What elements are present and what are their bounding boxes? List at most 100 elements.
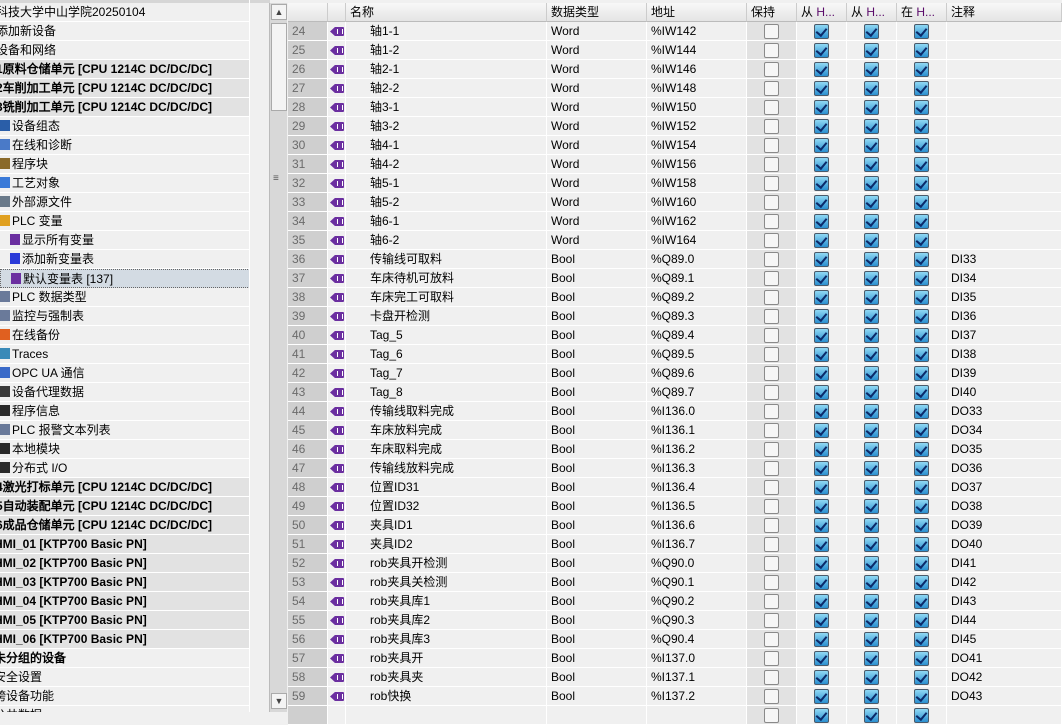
header-type[interactable]: 数据类型: [547, 3, 647, 22]
tag-name[interactable]: Tag_7: [346, 364, 547, 382]
hmi-access-checkbox[interactable]: [814, 689, 829, 704]
hmi-write-checkbox[interactable]: [864, 385, 879, 400]
row-number[interactable]: 52: [288, 554, 328, 572]
tag-comment[interactable]: DO42: [947, 668, 1062, 686]
tree-item[interactable]: OPC UA 通信: [0, 364, 250, 383]
tag-comment[interactable]: DI44: [947, 611, 1062, 629]
tag-address[interactable]: %IW146: [647, 60, 747, 78]
tag-address[interactable]: %I136.1: [647, 421, 747, 439]
tag-comment[interactable]: DI45: [947, 630, 1062, 648]
table-row[interactable]: 46 车床取料完成 Bool %I136.2 DO35: [288, 440, 1062, 459]
hmi-access-checkbox[interactable]: [814, 461, 829, 476]
tree-item[interactable]: 设备代理数据: [0, 383, 250, 402]
tag-name[interactable]: 夹具ID2: [346, 535, 547, 553]
tag-data-type[interactable]: Bool: [547, 592, 647, 610]
retain-checkbox[interactable]: [764, 518, 779, 533]
table-row[interactable]: 25 轴1-2 Word %IW144: [288, 41, 1062, 60]
hmi-write-checkbox[interactable]: [864, 309, 879, 324]
hmi-access-checkbox[interactable]: [814, 594, 829, 609]
tag-name[interactable]: 车床完工可取料: [346, 288, 547, 306]
tree-item[interactable]: Traces: [0, 345, 250, 364]
hmi-visible-checkbox[interactable]: [914, 632, 929, 647]
tree-item[interactable]: 科技大学中山学院20250104: [0, 3, 250, 22]
tag-address[interactable]: [647, 706, 747, 724]
tree-item[interactable]: 4激光打标单元 [CPU 1214C DC/DC/DC]: [0, 478, 250, 497]
tag-name[interactable]: 传输线取料完成: [346, 402, 547, 420]
tag-data-type[interactable]: Bool: [547, 326, 647, 344]
row-number[interactable]: 24: [288, 22, 328, 40]
tag-name[interactable]: rob夹具关检测: [346, 573, 547, 591]
hmi-access-checkbox[interactable]: [814, 556, 829, 571]
hmi-access-checkbox[interactable]: [814, 518, 829, 533]
row-number[interactable]: 48: [288, 478, 328, 496]
hmi-write-checkbox[interactable]: [864, 157, 879, 172]
tag-comment[interactable]: DI35: [947, 288, 1062, 306]
tag-data-type[interactable]: Word: [547, 41, 647, 59]
tag-address[interactable]: %Q89.5: [647, 345, 747, 363]
tag-address[interactable]: %IW154: [647, 136, 747, 154]
hmi-visible-checkbox[interactable]: [914, 670, 929, 685]
table-row[interactable]: 59 rob快换 Bool %I137.2 DO43: [288, 687, 1062, 706]
tag-name[interactable]: 夹具ID1: [346, 516, 547, 534]
hmi-access-checkbox[interactable]: [814, 43, 829, 58]
tag-address[interactable]: %IW144: [647, 41, 747, 59]
tag-data-type[interactable]: Word: [547, 174, 647, 192]
hmi-visible-checkbox[interactable]: [914, 328, 929, 343]
tag-data-type[interactable]: Bool: [547, 345, 647, 363]
tag-comment[interactable]: [947, 706, 1062, 724]
tag-address[interactable]: %Q89.4: [647, 326, 747, 344]
tag-data-type[interactable]: Word: [547, 193, 647, 211]
table-row[interactable]: 33 轴5-2 Word %IW160: [288, 193, 1062, 212]
tag-data-type[interactable]: Bool: [547, 383, 647, 401]
table-row[interactable]: 47 传输线放料完成 Bool %I136.3 DO36: [288, 459, 1062, 478]
row-number[interactable]: 49: [288, 497, 328, 515]
hmi-access-checkbox[interactable]: [814, 366, 829, 381]
hmi-write-checkbox[interactable]: [864, 81, 879, 96]
retain-checkbox[interactable]: [764, 309, 779, 324]
tree-item[interactable]: PLC 报警文本列表: [0, 421, 250, 440]
tree-item[interactable]: HMI_03 [KTP700 Basic PN]: [0, 573, 250, 592]
retain-checkbox[interactable]: [764, 176, 779, 191]
hmi-access-checkbox[interactable]: [814, 62, 829, 77]
tag-data-type[interactable]: Bool: [547, 516, 647, 534]
hmi-visible-checkbox[interactable]: [914, 214, 929, 229]
hmi-visible-checkbox[interactable]: [914, 81, 929, 96]
tag-comment[interactable]: DO36: [947, 459, 1062, 477]
tag-data-type[interactable]: Word: [547, 136, 647, 154]
hmi-visible-checkbox[interactable]: [914, 708, 929, 723]
tree-item[interactable]: 分布式 I/O: [0, 459, 250, 478]
table-row[interactable]: 39 卡盘开检测 Bool %Q89.3 DI36: [288, 307, 1062, 326]
table-row[interactable]: 35 轴6-2 Word %IW164: [288, 231, 1062, 250]
hmi-write-checkbox[interactable]: [864, 138, 879, 153]
tag-address[interactable]: %Q89.0: [647, 250, 747, 268]
hmi-write-checkbox[interactable]: [864, 24, 879, 39]
tree-scrollbar[interactable]: ▲ ≡ ▼: [269, 3, 287, 712]
tree-item[interactable]: HMI_04 [KTP700 Basic PN]: [0, 592, 250, 611]
hmi-access-checkbox[interactable]: [814, 24, 829, 39]
tag-comment[interactable]: DI37: [947, 326, 1062, 344]
tree-item[interactable]: 设备组态: [0, 117, 250, 136]
tag-address[interactable]: %I136.2: [647, 440, 747, 458]
tag-address[interactable]: %Q89.2: [647, 288, 747, 306]
hmi-visible-checkbox[interactable]: [914, 195, 929, 210]
tag-address[interactable]: %I136.6: [647, 516, 747, 534]
tag-name[interactable]: 卡盘开检测: [346, 307, 547, 325]
table-row[interactable]: 44 传输线取料完成 Bool %I136.0 DO33: [288, 402, 1062, 421]
hmi-access-checkbox[interactable]: [814, 708, 829, 723]
retain-checkbox[interactable]: [764, 138, 779, 153]
table-row[interactable]: 29 轴3-2 Word %IW152: [288, 117, 1062, 136]
table-row[interactable]: 48 位置ID31 Bool %I136.4 DO37: [288, 478, 1062, 497]
row-number[interactable]: 25: [288, 41, 328, 59]
row-number[interactable]: 46: [288, 440, 328, 458]
tag-address[interactable]: %IW150: [647, 98, 747, 116]
retain-checkbox[interactable]: [764, 100, 779, 115]
tag-data-type[interactable]: Bool: [547, 611, 647, 629]
tag-name[interactable]: rob夹具开检测: [346, 554, 547, 572]
retain-checkbox[interactable]: [764, 81, 779, 96]
tag-data-type[interactable]: Bool: [547, 687, 647, 705]
tag-comment[interactable]: [947, 79, 1062, 97]
tag-comment[interactable]: DI42: [947, 573, 1062, 591]
tag-comment[interactable]: DO33: [947, 402, 1062, 420]
table-row[interactable]: 54 rob夹具库1 Bool %Q90.2 DI43: [288, 592, 1062, 611]
hmi-visible-checkbox[interactable]: [914, 100, 929, 115]
